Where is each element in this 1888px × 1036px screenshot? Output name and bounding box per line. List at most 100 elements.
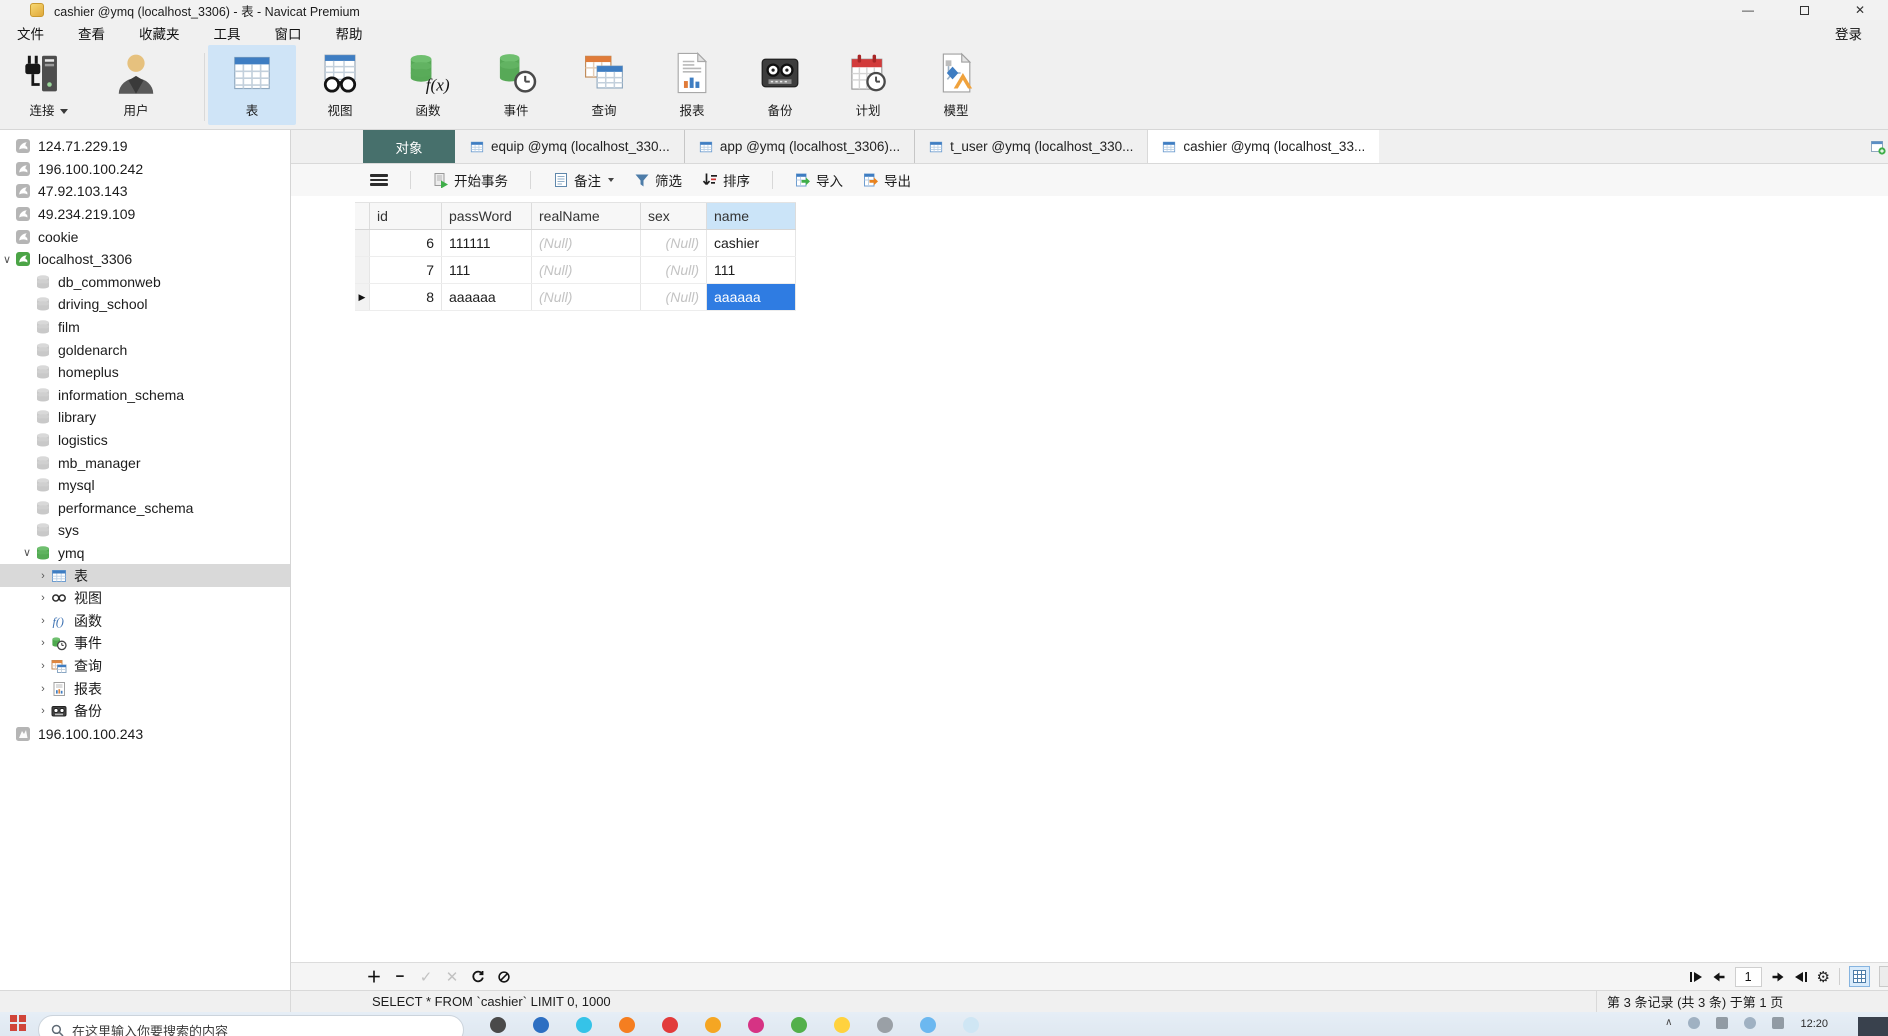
- next-page-button[interactable]: [1771, 971, 1785, 983]
- note-button[interactable]: 备注: [547, 167, 620, 193]
- expander-icon[interactable]: ›: [36, 592, 50, 604]
- tree-item[interactable]: db_commonweb: [0, 271, 290, 294]
- tray-icon[interactable]: [1744, 1017, 1757, 1029]
- cell-password[interactable]: 111111: [442, 230, 532, 256]
- form-view-button[interactable]: [1879, 966, 1888, 987]
- tray-icon[interactable]: [1716, 1017, 1729, 1029]
- cell-sex[interactable]: (Null): [641, 257, 707, 283]
- toolbar-button[interactable]: 视图: [296, 45, 384, 125]
- tab-objects[interactable]: 对象: [363, 130, 455, 163]
- toolbar-button[interactable]: 计划: [824, 45, 912, 125]
- tree-item[interactable]: cookie: [0, 225, 290, 248]
- expander-icon[interactable]: ›: [36, 660, 50, 672]
- toolbar-button[interactable]: 查询: [560, 45, 648, 125]
- tree-item[interactable]: 124.71.229.19: [0, 135, 290, 158]
- tree-item[interactable]: information_schema: [0, 384, 290, 407]
- taskbar-clock[interactable]: 12:20: [1800, 1017, 1828, 1031]
- cell-realname[interactable]: (Null): [532, 230, 641, 256]
- toolbar-button[interactable]: 表: [208, 45, 296, 125]
- toolbar-button[interactable]: 连接: [0, 45, 84, 125]
- tree-item[interactable]: library: [0, 406, 290, 429]
- menu-item[interactable]: 工具: [197, 20, 258, 45]
- sort-button[interactable]: 排序: [696, 167, 756, 193]
- last-page-button[interactable]: [1794, 971, 1808, 983]
- tree-item[interactable]: 196.100.100.242: [0, 158, 290, 181]
- cell-sex[interactable]: (Null): [641, 284, 707, 310]
- start-button[interactable]: [10, 1015, 26, 1031]
- filter-button[interactable]: 筛选: [628, 167, 688, 193]
- tree-item[interactable]: › 视图: [0, 587, 290, 610]
- show-desktop-button[interactable]: [1858, 1017, 1888, 1036]
- menu-item[interactable]: 帮助: [319, 20, 380, 45]
- cell-id[interactable]: 7: [370, 257, 442, 283]
- toolbar-button[interactable]: 用户: [94, 45, 178, 125]
- export-button[interactable]: 导出: [857, 167, 917, 193]
- cell-name[interactable]: 111: [707, 257, 796, 283]
- taskbar-app-icon[interactable]: [619, 1017, 635, 1033]
- toolbar-button[interactable]: 备份: [736, 45, 824, 125]
- taskbar-app-icon[interactable]: [705, 1017, 721, 1033]
- tree-item[interactable]: › 查询: [0, 655, 290, 678]
- expander-icon[interactable]: ›: [36, 570, 50, 582]
- expander-icon[interactable]: ›: [36, 683, 50, 695]
- table-tab[interactable]: cashier @ymq (localhost_33...: [1147, 130, 1380, 163]
- taskbar-app-icon[interactable]: [877, 1017, 893, 1033]
- tree-item[interactable]: mysql: [0, 474, 290, 497]
- tree-item[interactable]: 47.92.103.143: [0, 180, 290, 203]
- login-button[interactable]: 登录: [1835, 23, 1888, 43]
- maximize-button[interactable]: [1776, 0, 1832, 20]
- cell-id[interactable]: 8: [370, 284, 442, 310]
- tree-item[interactable]: mb_manager: [0, 451, 290, 474]
- taskbar-search-input[interactable]: 在这里输入你要搜索的内容: [38, 1015, 464, 1036]
- taskbar-app-icon[interactable]: [533, 1017, 549, 1033]
- tree-item[interactable]: sys: [0, 519, 290, 542]
- grid-view-button[interactable]: [1849, 966, 1870, 987]
- toolbar-button[interactable]: 函数: [384, 45, 472, 125]
- tree-item[interactable]: › 函数: [0, 609, 290, 632]
- taskbar-app-icon[interactable]: [791, 1017, 807, 1033]
- tree-item[interactable]: › 事件: [0, 632, 290, 655]
- apply-changes-button[interactable]: ✓: [413, 968, 439, 986]
- stop-button[interactable]: [491, 968, 517, 985]
- cell-sex[interactable]: (Null): [641, 230, 707, 256]
- column-header-password[interactable]: passWord: [442, 203, 532, 229]
- add-record-button[interactable]: ＋: [361, 966, 387, 987]
- taskbar-app-icon[interactable]: [834, 1017, 850, 1033]
- first-page-button[interactable]: [1689, 971, 1703, 983]
- cell-password[interactable]: aaaaaa: [442, 284, 532, 310]
- toolbar-button[interactable]: 模型: [912, 45, 1000, 125]
- refresh-button[interactable]: [465, 968, 491, 985]
- tree-item[interactable]: ∨ localhost_3306: [0, 248, 290, 271]
- cell-name[interactable]: cashier: [707, 230, 796, 256]
- table-tab[interactable]: app @ymq (localhost_3306)...: [683, 130, 915, 163]
- toolbar-button[interactable]: 报表: [648, 45, 736, 125]
- menu-item[interactable]: 窗口: [258, 20, 319, 45]
- tree-item[interactable]: homeplus: [0, 361, 290, 384]
- taskbar-app-icon[interactable]: [576, 1017, 592, 1033]
- tree-item[interactable]: 49.234.219.109: [0, 203, 290, 226]
- tree-item[interactable]: › 备份: [0, 700, 290, 723]
- tree-item[interactable]: 196.100.100.243: [0, 722, 290, 745]
- toolbar-button[interactable]: 事件: [472, 45, 560, 125]
- grid-menu-icon[interactable]: [370, 174, 388, 186]
- column-header-realname[interactable]: realName: [532, 203, 641, 229]
- discard-changes-button[interactable]: ✕: [439, 968, 465, 986]
- import-button[interactable]: 导入: [789, 167, 849, 193]
- expander-icon[interactable]: ›: [36, 615, 50, 627]
- expander-icon[interactable]: ›: [36, 637, 50, 649]
- column-header-id[interactable]: id: [370, 203, 442, 229]
- tree-item[interactable]: driving_school: [0, 293, 290, 316]
- taskbar-app-icon[interactable]: [662, 1017, 678, 1033]
- cell-id[interactable]: 6: [370, 230, 442, 256]
- tray-icon[interactable]: [1772, 1017, 1785, 1029]
- menu-item[interactable]: 收藏夹: [122, 20, 197, 45]
- tree-item[interactable]: › 报表: [0, 677, 290, 700]
- new-tab-icon[interactable]: [1870, 139, 1886, 155]
- previous-page-button[interactable]: [1712, 971, 1726, 983]
- tree-item[interactable]: logistics: [0, 429, 290, 452]
- menu-item[interactable]: 查看: [61, 20, 122, 45]
- tray-expand-icon[interactable]: ∧: [1665, 1017, 1672, 1028]
- cell-realname[interactable]: (Null): [532, 257, 641, 283]
- taskbar-app-icon[interactable]: [748, 1017, 764, 1033]
- cell-realname[interactable]: (Null): [532, 284, 641, 310]
